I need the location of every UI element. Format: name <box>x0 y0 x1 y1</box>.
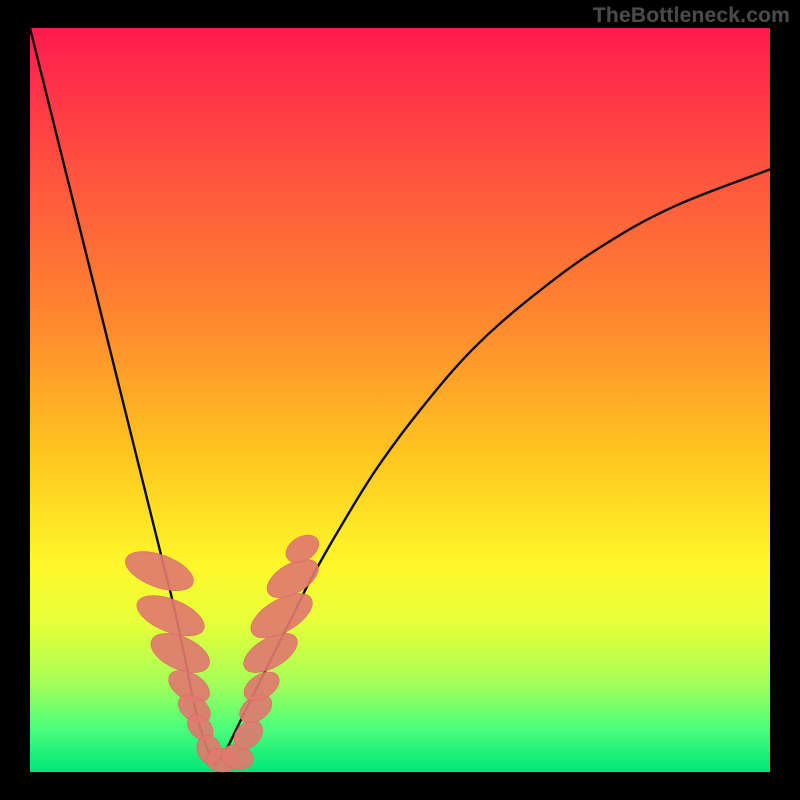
outer-frame: TheBottleneck.com <box>0 0 800 800</box>
curve-layer <box>30 28 770 765</box>
plot-area <box>30 28 770 772</box>
watermark-text: TheBottleneck.com <box>593 4 790 28</box>
chart-svg <box>30 28 770 772</box>
curve-right-branch <box>215 169 770 764</box>
marker-layer <box>120 529 324 773</box>
